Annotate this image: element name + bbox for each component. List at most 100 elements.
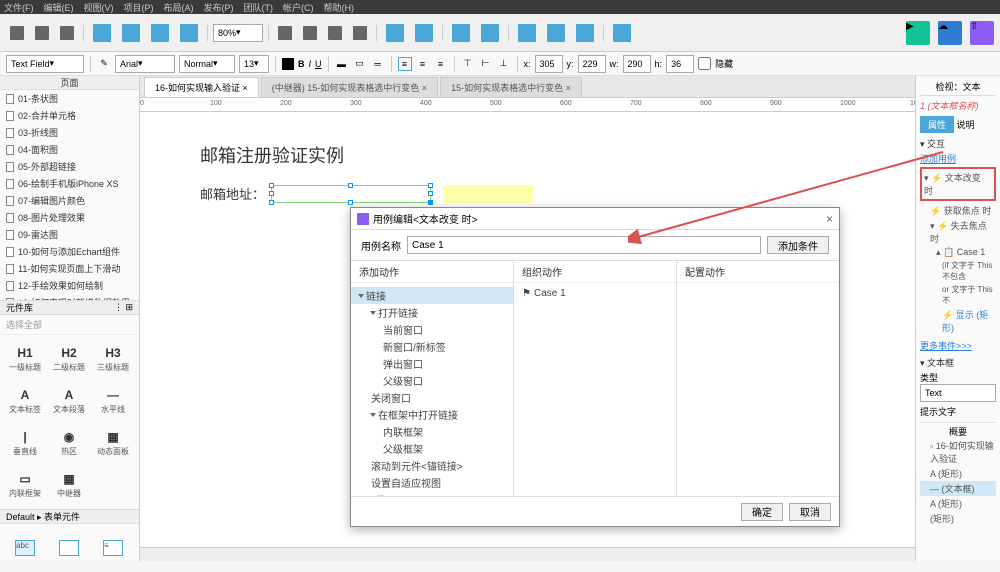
menu-item[interactable]: 帮助(H) bbox=[324, 1, 355, 14]
outline-item[interactable]: ▫ 16-如何实现输入验证 bbox=[920, 438, 996, 466]
align-center-icon[interactable]: ≡ bbox=[416, 57, 430, 71]
size-dropdown[interactable]: 13 ▾ bbox=[239, 55, 269, 73]
group-icon[interactable] bbox=[452, 24, 470, 42]
fill-icon[interactable]: ▬ bbox=[335, 57, 349, 71]
more-events-link[interactable]: 更多事件>>> bbox=[920, 339, 996, 352]
outline-item[interactable]: (矩形) bbox=[920, 511, 996, 526]
page-item[interactable]: 01-条状图 bbox=[0, 90, 139, 107]
lock-icon[interactable] bbox=[518, 24, 536, 42]
align-left-icon[interactable]: ≡ bbox=[398, 57, 412, 71]
interactions-section[interactable]: ▾ 交互 bbox=[920, 137, 996, 150]
valign-icon[interactable]: ⊢ bbox=[479, 57, 493, 71]
widget-item[interactable]: ▦动态面板 bbox=[92, 423, 134, 463]
widget-type-dropdown[interactable]: Text Field ▾ bbox=[6, 55, 84, 73]
widget-item[interactable]: H1一级标题 bbox=[4, 339, 46, 379]
preview-button[interactable]: ▶ bbox=[906, 21, 930, 45]
case-item[interactable]: ▴ 📋 Case 1 bbox=[920, 246, 996, 259]
widget-item[interactable]: ▭内联框架 bbox=[4, 465, 46, 505]
tab[interactable]: 15-如何实现表格选中行变色 × bbox=[440, 77, 582, 97]
tool-icon[interactable] bbox=[122, 24, 140, 42]
action-tree-item[interactable]: 内联框架 bbox=[351, 423, 513, 440]
widget-name[interactable]: 1 (文本框名称) bbox=[920, 99, 996, 112]
action-tree-item[interactable]: 打开链接 bbox=[351, 304, 513, 321]
page-item[interactable]: 04-面积图 bbox=[0, 141, 139, 158]
ungroup-icon[interactable] bbox=[481, 24, 499, 42]
menu-item[interactable]: 编辑(E) bbox=[44, 1, 74, 14]
tab[interactable]: (中继器) 15-如何实现表格选中行变色 × bbox=[261, 77, 438, 97]
widget-item[interactable]: ◉热区 bbox=[48, 423, 90, 463]
tool-icon[interactable] bbox=[180, 24, 198, 42]
valign-icon[interactable]: ⊥ bbox=[497, 57, 511, 71]
menu-item[interactable]: 文件(F) bbox=[4, 1, 34, 14]
align-icon[interactable] bbox=[353, 26, 367, 40]
widget-item[interactable]: H2二级标题 bbox=[48, 339, 90, 379]
widget-item[interactable]: —水平线 bbox=[92, 381, 134, 421]
action-tree-item[interactable]: 父级框架 bbox=[351, 440, 513, 457]
action-tree-item[interactable]: 滚动到元件<锚链接> bbox=[351, 457, 513, 474]
menu-item[interactable]: 帐户(C) bbox=[283, 1, 314, 14]
menu-item[interactable]: 团队(T) bbox=[244, 1, 274, 14]
tool-icon[interactable] bbox=[93, 24, 111, 42]
tool-icon[interactable] bbox=[547, 24, 565, 42]
validation-box[interactable] bbox=[443, 185, 533, 203]
underline-icon[interactable]: U bbox=[315, 59, 322, 69]
library-search[interactable]: 选择全部 bbox=[0, 315, 139, 335]
font-dropdown[interactable]: Arial ▾ bbox=[115, 55, 175, 73]
tool-icon[interactable] bbox=[613, 24, 631, 42]
text-change-event[interactable]: ▾ ⚡ 文本改变 时 bbox=[920, 167, 996, 201]
align-icon[interactable] bbox=[328, 26, 342, 40]
outline-item[interactable]: A (矩形) bbox=[920, 466, 996, 481]
align-right-icon[interactable]: ≡ bbox=[434, 57, 448, 71]
distribute-icon[interactable] bbox=[386, 24, 404, 42]
w-input[interactable]: 290 bbox=[623, 55, 651, 73]
type-dropdown[interactable]: Text bbox=[920, 384, 996, 402]
action-tree-item[interactable]: 父级窗口 bbox=[351, 372, 513, 389]
default-lib-label[interactable]: Default ▸ 表单元件 bbox=[0, 509, 139, 524]
action-tree-item[interactable]: 链接 bbox=[351, 287, 513, 304]
action-tree-item[interactable]: 当前窗口 bbox=[351, 321, 513, 338]
page-item[interactable]: 02-合并单元格 bbox=[0, 107, 139, 124]
color-icon[interactable] bbox=[282, 58, 294, 70]
action-tree-item[interactable]: 设置自适应视图 bbox=[351, 474, 513, 491]
org-case-item[interactable]: ⚑ Case 1 bbox=[514, 287, 676, 300]
tool-icon[interactable] bbox=[576, 24, 594, 42]
page-item[interactable]: 09-雷达图 bbox=[0, 226, 139, 243]
cut-icon[interactable] bbox=[10, 26, 24, 40]
widget-item[interactable]: ▦中继器 bbox=[48, 465, 90, 505]
get-focus-event[interactable]: ⚡ 获取焦点 时 bbox=[920, 203, 996, 218]
x-input[interactable]: 305 bbox=[535, 55, 563, 73]
align-icon[interactable] bbox=[278, 26, 292, 40]
case-name-input[interactable] bbox=[407, 236, 761, 254]
menu-item[interactable]: 布局(A) bbox=[164, 1, 194, 14]
valign-icon[interactable]: ⊤ bbox=[461, 57, 475, 71]
menu-item[interactable]: 视图(V) bbox=[84, 1, 114, 14]
menu-item[interactable]: 项目(P) bbox=[124, 1, 154, 14]
notes-tab[interactable]: 说明 bbox=[957, 120, 975, 130]
case-action[interactable]: ⚡ 显示 (矩形) bbox=[920, 307, 996, 335]
menu-item[interactable]: 发布(P) bbox=[204, 1, 234, 14]
ok-button[interactable]: 确定 bbox=[741, 503, 783, 521]
textbox-section[interactable]: ▾ 文本框 bbox=[920, 356, 996, 369]
page-item[interactable]: 07-编辑图片颜色 bbox=[0, 192, 139, 209]
page-item[interactable]: 05-外部超链接 bbox=[0, 158, 139, 175]
widget-item[interactable]: A文本标签 bbox=[4, 381, 46, 421]
action-tree-item[interactable]: 关闭窗口 bbox=[351, 389, 513, 406]
publish-button[interactable]: ☁ bbox=[938, 21, 962, 45]
lib-menu-icon[interactable]: ⋮ ⊞ bbox=[114, 302, 133, 313]
italic-icon[interactable]: I bbox=[309, 59, 312, 69]
lost-focus-event[interactable]: ▾ ⚡ 失去焦点 时 bbox=[920, 218, 996, 246]
share-button[interactable]: ⇧ bbox=[970, 21, 994, 45]
outline-item[interactable]: A (矩形) bbox=[920, 496, 996, 511]
page-item[interactable]: 11-如何实现页面上下滑动 bbox=[0, 260, 139, 277]
h-input[interactable]: 36 bbox=[666, 55, 694, 73]
action-tree-item[interactable]: 弹出窗口 bbox=[351, 355, 513, 372]
properties-tab[interactable]: 属性 bbox=[920, 116, 954, 133]
outline-item[interactable]: — (文本框) bbox=[920, 481, 996, 496]
page-item[interactable]: 10-如何与添加Echart组件 bbox=[0, 243, 139, 260]
add-condition-button[interactable]: 添加条件 bbox=[767, 236, 829, 254]
form-widget[interactable] bbox=[59, 540, 79, 556]
tab[interactable]: 16-如何实现输入验证 × bbox=[144, 77, 259, 97]
hidden-checkbox[interactable] bbox=[698, 57, 711, 70]
add-case-link[interactable]: 添加用例 bbox=[920, 152, 996, 165]
action-tree-item[interactable]: 新窗口/新标签 bbox=[351, 338, 513, 355]
